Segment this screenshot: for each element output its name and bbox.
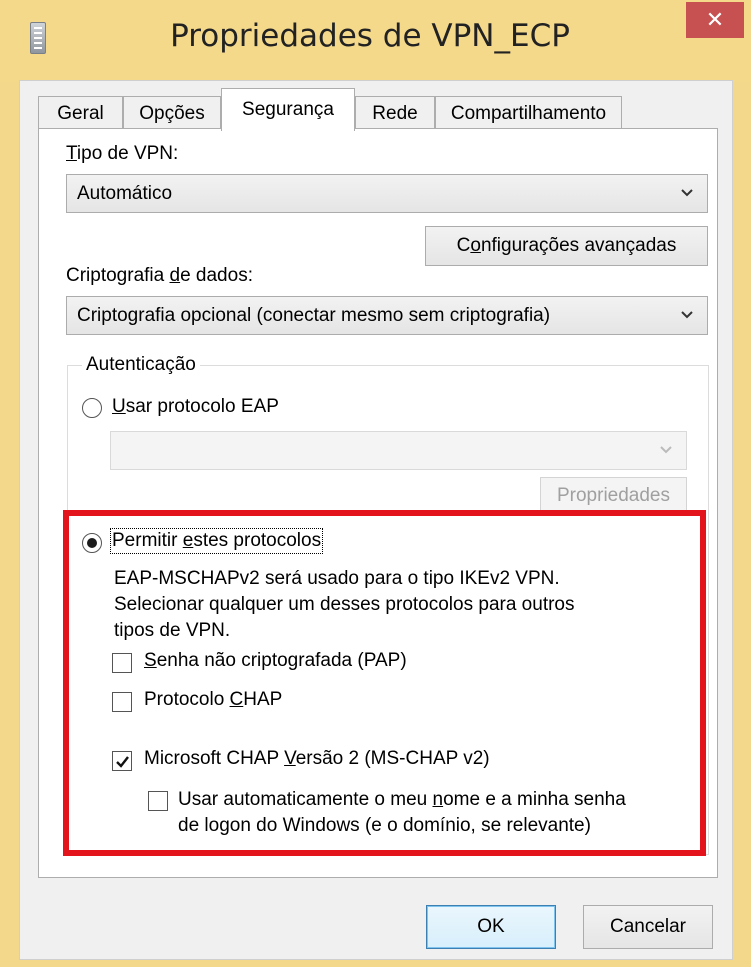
tab-seguranca[interactable]: Segurança	[221, 88, 355, 131]
tab-opcoes[interactable]: Opções	[123, 96, 221, 131]
auto-logon-label-line-1[interactable]: Usar automaticamente o meu nome e a minh…	[178, 789, 626, 811]
checkmark-icon	[116, 756, 129, 768]
chevron-down-icon	[681, 189, 693, 197]
protocol-note-line-3: tipos de VPN.	[114, 620, 231, 641]
advanced-settings-button[interactable]: Co nfigurações avançadas	[425, 226, 708, 266]
cancel-button[interactable]: Cancelar	[583, 905, 713, 949]
chap-checkbox[interactable]	[112, 692, 132, 712]
auto-logon-checkbox[interactable]	[148, 791, 168, 811]
protocol-note-line-1: EAP-MSCHAPv2 será usado para o tipo IKEv…	[114, 568, 560, 589]
chevron-down-icon	[660, 446, 672, 454]
network-connection-icon	[30, 22, 46, 54]
authentication-legend: Autenticação	[82, 354, 200, 376]
close-button[interactable]: ✕	[686, 2, 744, 38]
encryption-label: Criptografia de dados:	[66, 265, 253, 286]
dialog-window: Propriedades de VPN_ECP ✕ Geral Opções S…	[0, 0, 751, 967]
chap-label[interactable]: Protocolo CHAP	[144, 689, 282, 711]
vpn-type-label: Tipo de VPN:	[66, 143, 179, 164]
mschapv2-label[interactable]: Microsoft CHAP Versão 2 (MS-CHAP v2)	[144, 748, 490, 770]
encryption-select[interactable]: Criptografia opcional (conectar mesmo se…	[66, 296, 708, 335]
eap-properties-button[interactable]: Propriedades	[540, 477, 687, 515]
vpn-type-select[interactable]: Automático	[66, 174, 708, 213]
chevron-down-icon	[681, 311, 693, 319]
eap-method-select[interactable]	[110, 431, 687, 470]
auto-logon-label-line-2[interactable]: de logon do Windows (e o domínio, se rel…	[178, 815, 591, 837]
window-title: Propriedades de VPN_ECP	[170, 18, 570, 54]
tab-geral[interactable]: Geral	[38, 96, 123, 131]
pap-label[interactable]: Senha não criptografada (PAP)	[144, 650, 407, 672]
allow-protocols-label[interactable]: Permitir estes protocolos	[109, 528, 324, 554]
tab-rede[interactable]: Rede	[355, 96, 435, 131]
tab-compartilhamento[interactable]: Compartilhamento	[435, 96, 622, 131]
eap-radio-label[interactable]: Usar protocolo EAP	[112, 396, 279, 418]
mschapv2-checkbox[interactable]	[112, 751, 132, 771]
vpn-type-value: Automático	[77, 182, 173, 204]
protocol-note-line-2: Selecionar qualquer um desses protocolos…	[114, 594, 575, 615]
title-bar[interactable]: Propriedades de VPN_ECP ✕	[0, 0, 751, 82]
allow-protocols-radio[interactable]	[82, 533, 102, 553]
pap-checkbox[interactable]	[112, 653, 132, 673]
eap-radio[interactable]	[82, 398, 102, 418]
ok-button[interactable]: OK	[426, 905, 556, 949]
encryption-value: Criptografia opcional (conectar mesmo se…	[77, 304, 551, 326]
